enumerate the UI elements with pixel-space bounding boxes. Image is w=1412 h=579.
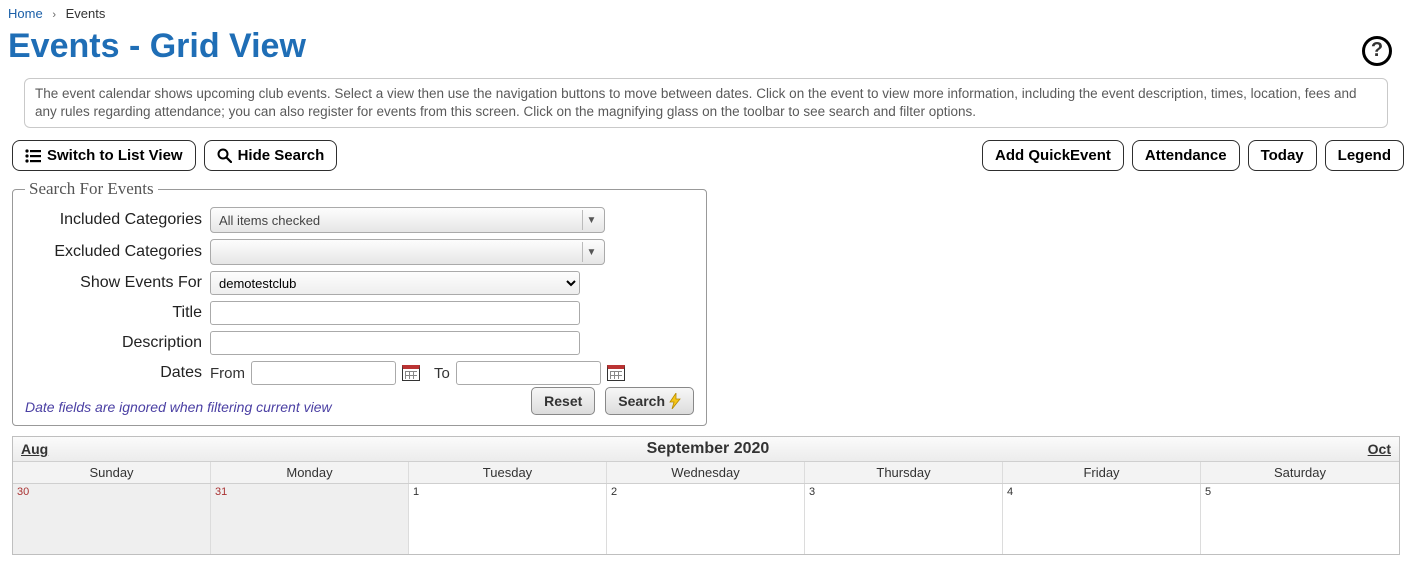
calendar-cell[interactable]: 1 (409, 484, 607, 554)
toolbar: Switch to List View Hide Search Add Quic… (8, 140, 1404, 177)
day-number: 4 (1007, 486, 1013, 498)
info-banner: The event calendar shows upcoming club e… (24, 78, 1388, 128)
description-input[interactable] (210, 331, 580, 355)
legend-button[interactable]: Legend (1325, 140, 1404, 171)
reset-button[interactable]: Reset (531, 387, 595, 415)
day-number: 1 (413, 486, 419, 498)
day-number: 3 (809, 486, 815, 498)
add-quickevent-button[interactable]: Add QuickEvent (982, 140, 1124, 171)
chevron-down-icon: ▼ (582, 210, 600, 230)
included-categories-dropdown[interactable]: All items checked ▼ (210, 207, 605, 233)
day-header: Monday (211, 462, 409, 483)
switch-view-button[interactable]: Switch to List View (12, 140, 196, 171)
day-header: Friday (1003, 462, 1201, 483)
day-number: 30 (17, 486, 29, 498)
list-icon (25, 149, 41, 163)
calendar-cell[interactable]: 31 (211, 484, 409, 554)
day-header: Thursday (805, 462, 1003, 483)
prev-month-link[interactable]: Aug (21, 441, 48, 457)
day-header: Tuesday (409, 462, 607, 483)
switch-view-label: Switch to List View (47, 147, 183, 164)
search-icon (217, 148, 232, 163)
calendar-cell[interactable]: 4 (1003, 484, 1201, 554)
today-button[interactable]: Today (1248, 140, 1317, 171)
day-number: 5 (1205, 486, 1211, 498)
day-number: 2 (611, 486, 617, 498)
hide-search-button[interactable]: Hide Search (204, 140, 338, 171)
excluded-categories-label: Excluded Categories (25, 243, 210, 261)
day-header: Saturday (1201, 462, 1399, 483)
calendar-day-headers: Sunday Monday Tuesday Wednesday Thursday… (13, 462, 1399, 484)
excluded-categories-dropdown[interactable]: ▼ (210, 239, 605, 265)
dates-label: Dates (25, 364, 210, 382)
breadcrumb: Home › Events (8, 4, 1404, 27)
search-button[interactable]: Search (605, 387, 694, 415)
current-month-label: September 2020 (647, 440, 770, 458)
bolt-icon (669, 393, 681, 409)
breadcrumb-current: Events (66, 6, 106, 21)
date-to-input[interactable] (456, 361, 601, 385)
attendance-button[interactable]: Attendance (1132, 140, 1240, 171)
calendar-week: 30 31 1 2 3 4 5 (13, 484, 1399, 554)
hide-search-label: Hide Search (238, 147, 325, 164)
next-month-link[interactable]: Oct (1368, 441, 1391, 457)
included-categories-label: Included Categories (25, 211, 210, 229)
title-input[interactable] (210, 301, 580, 325)
breadcrumb-home[interactable]: Home (8, 6, 43, 21)
search-button-label: Search (618, 393, 665, 409)
day-header: Wednesday (607, 462, 805, 483)
from-label: From (210, 365, 245, 382)
title-label: Title (25, 304, 210, 322)
date-from-input[interactable] (251, 361, 396, 385)
search-panel: Search For Events Included Categories Al… (12, 179, 707, 426)
calendar-icon[interactable] (607, 365, 625, 381)
calendar-grid: Aug September 2020 Oct Sunday Monday Tue… (12, 436, 1400, 555)
date-filter-note: Date fields are ignored when filtering c… (25, 399, 332, 415)
help-icon[interactable]: ? (1362, 36, 1392, 66)
calendar-cell[interactable]: 2 (607, 484, 805, 554)
search-legend: Search For Events (25, 179, 158, 199)
breadcrumb-sep: › (52, 9, 56, 21)
show-events-for-label: Show Events For (25, 274, 210, 292)
description-label: Description (25, 334, 210, 352)
chevron-down-icon: ▼ (582, 242, 600, 262)
calendar-nav: Aug September 2020 Oct (13, 437, 1399, 462)
calendar-cell[interactable]: 5 (1201, 484, 1399, 554)
page-title: Events - Grid View (8, 27, 306, 66)
to-label: To (434, 365, 450, 382)
show-events-for-select[interactable]: demotestclub (210, 271, 580, 295)
included-categories-value: All items checked (219, 213, 320, 228)
calendar-icon[interactable] (402, 365, 420, 381)
calendar-cell[interactable]: 30 (13, 484, 211, 554)
day-header: Sunday (13, 462, 211, 483)
calendar-cell[interactable]: 3 (805, 484, 1003, 554)
day-number: 31 (215, 486, 227, 498)
